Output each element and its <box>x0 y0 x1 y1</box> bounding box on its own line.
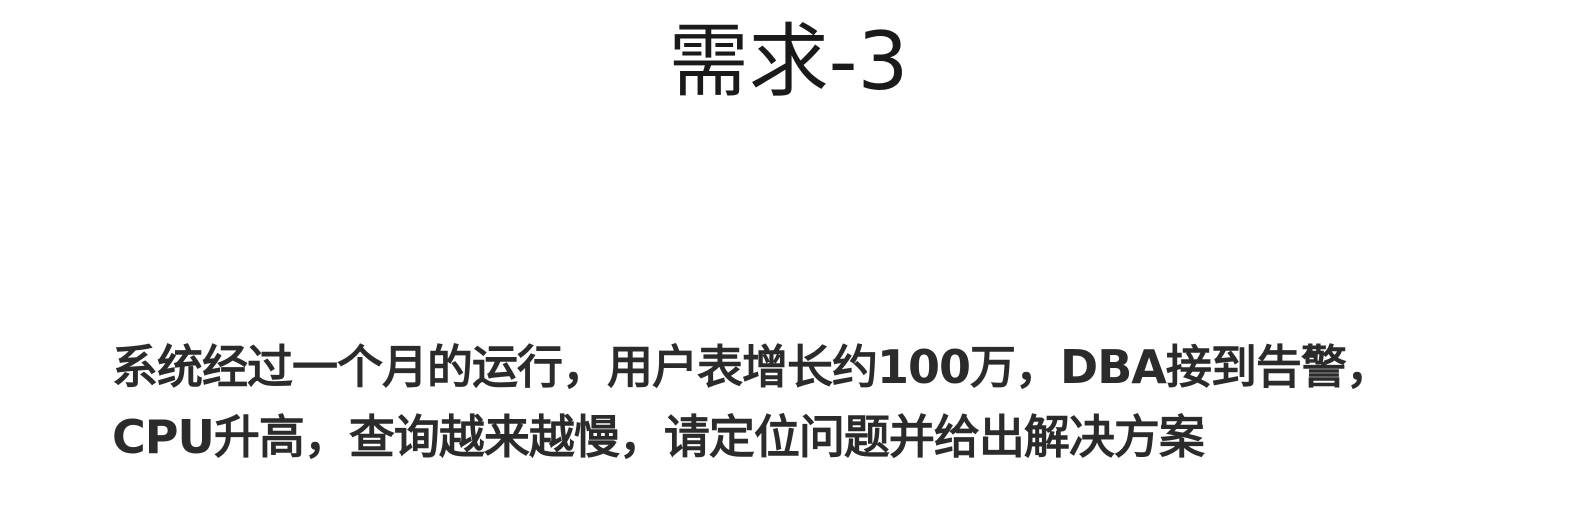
body-line-1: 系统经过一个月的运行，用户表增长约100万，DBA接到告警， <box>112 340 1392 394</box>
slide-title: 需求-3 <box>668 15 909 108</box>
body-line-2: CPU升高，查询越来越慢，请定位问题并给出解决方案 <box>112 410 1205 464</box>
slide-body: 系统经过一个月的运行，用户表增长约100万，DBA接到告警， CPU升高，查询越… <box>112 332 1512 472</box>
slide: 需求-3 系统经过一个月的运行，用户表增长约100万，DBA接到告警， CPU升… <box>0 0 1577 512</box>
